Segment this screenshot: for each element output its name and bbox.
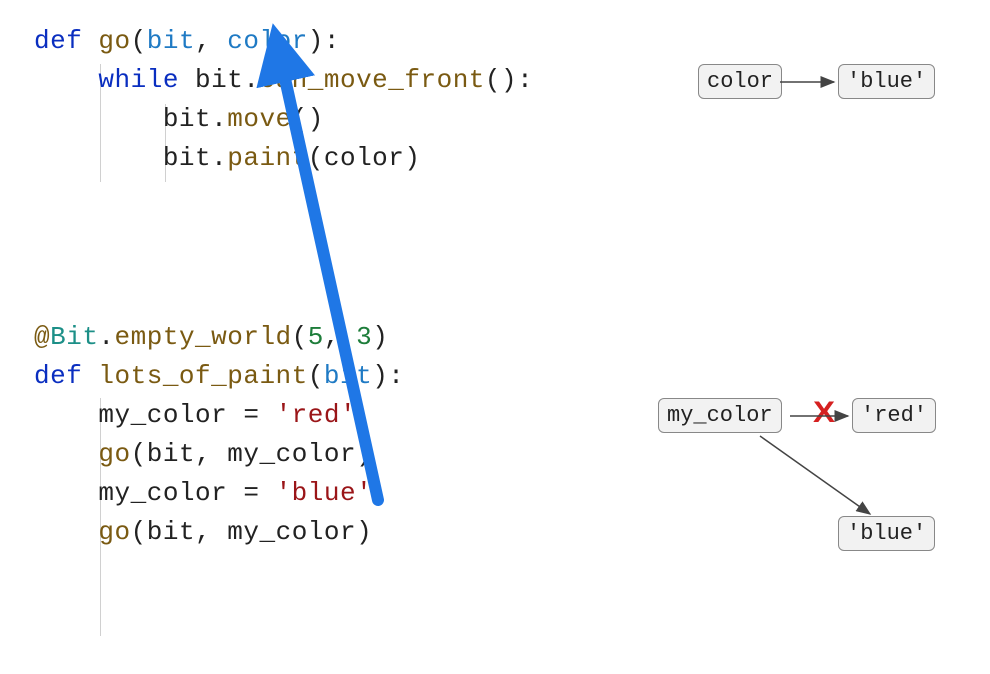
func-name: go	[98, 26, 130, 56]
method-can-move-front: can_move_front	[259, 65, 484, 95]
code-line: my_color = 'red'	[34, 396, 404, 435]
value-box-red: 'red'	[852, 398, 936, 433]
func-name: lots_of_paint	[98, 361, 307, 391]
var-box-my-color: my_color	[658, 398, 782, 433]
code-line: def lots_of_paint(bit):	[34, 357, 404, 396]
var-my-color: my_color	[98, 478, 227, 508]
keyword-while: while	[98, 65, 179, 95]
param-color: color	[227, 26, 308, 56]
method-empty-world: empty_world	[115, 322, 292, 352]
class-bit: Bit	[50, 322, 98, 352]
var-box-color: color	[698, 64, 782, 99]
func-call-go: go	[98, 517, 130, 547]
code-line: while bit.can_move_front():	[34, 61, 533, 100]
keyword-def: def	[34, 26, 82, 56]
code-line: go(bit, my_color)	[34, 513, 404, 552]
code-line: bit.move()	[34, 100, 533, 139]
code-line: bit.paint(color)	[34, 139, 533, 178]
value-box-blue: 'blue'	[838, 64, 935, 99]
value-box-blue-2: 'blue'	[838, 516, 935, 551]
string-literal: 'blue'	[276, 478, 373, 508]
x-mark-icon: X	[813, 396, 835, 430]
func-call-go: go	[98, 439, 130, 469]
keyword-def: def	[34, 361, 82, 391]
method-move: move	[227, 104, 291, 134]
code-block-go: def go(bit, color): while bit.can_move_f…	[34, 22, 533, 178]
code-block-lots-of-paint: @Bit.empty_world(5, 3) def lots_of_paint…	[34, 318, 404, 552]
code-line: go(bit, my_color)	[34, 435, 404, 474]
param-bit: bit	[147, 26, 195, 56]
param-bit: bit	[324, 361, 372, 391]
arrow-mycolor-to-blue	[760, 436, 870, 514]
string-literal: 'red'	[276, 400, 357, 430]
code-line: my_color = 'blue'	[34, 474, 404, 513]
code-line-decorator: @Bit.empty_world(5, 3)	[34, 318, 404, 357]
var-my-color: my_color	[98, 400, 227, 430]
method-paint: paint	[227, 143, 308, 173]
code-line: def go(bit, color):	[34, 22, 533, 61]
